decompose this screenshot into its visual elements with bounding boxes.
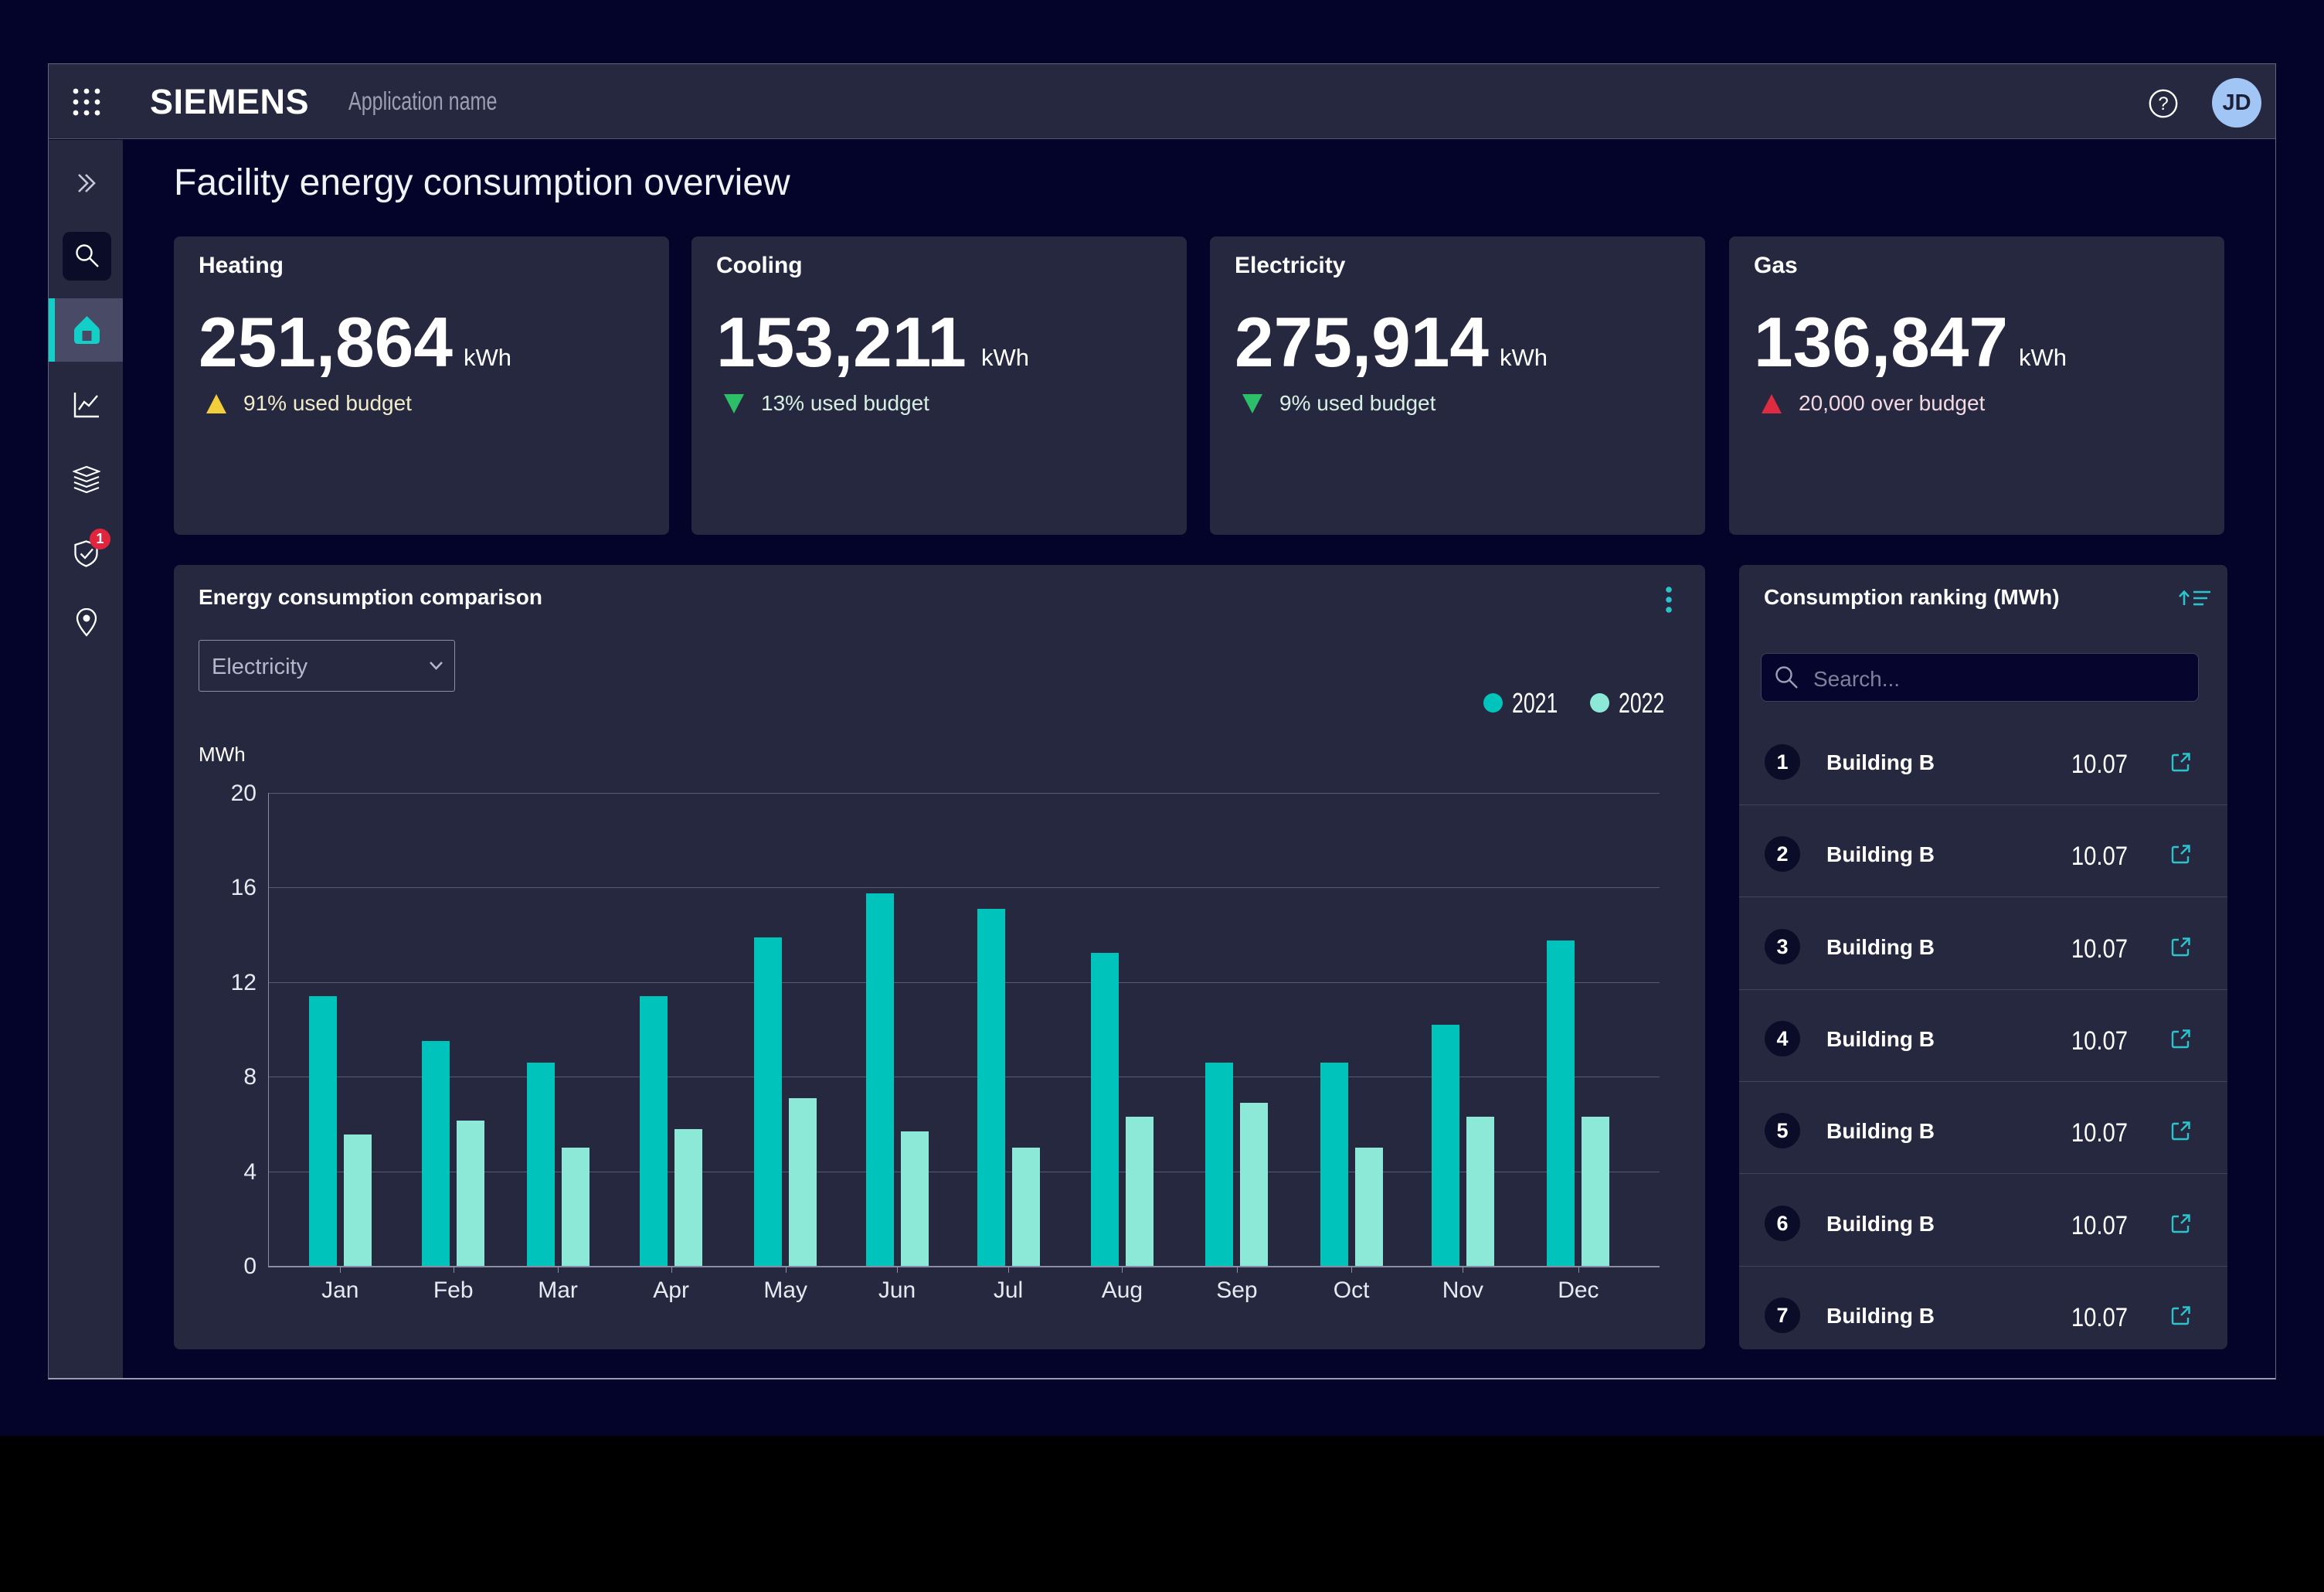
svg-text:?: ?: [2158, 94, 2168, 114]
